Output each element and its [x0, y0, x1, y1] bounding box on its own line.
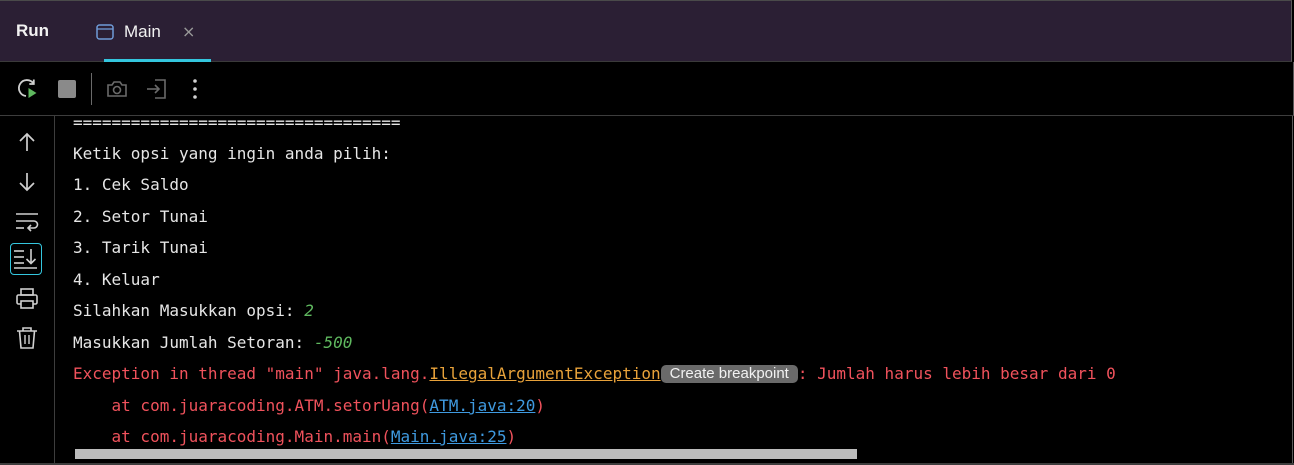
close-icon[interactable]: ×	[182, 22, 195, 42]
tab-label: Main	[124, 22, 161, 41]
toolbar-separator	[91, 73, 92, 105]
stop-icon	[55, 80, 79, 105]
horizontal-scrollbar[interactable]	[75, 449, 857, 459]
stack-trace-line: at com.juaracoding.Main.main(Main.java:2…	[73, 427, 517, 447]
source-link[interactable]: Main.java:25	[391, 427, 507, 446]
console-prompt-line: Ketik opsi yang ingin anda pilih:	[73, 144, 391, 163]
stop-button[interactable]	[55, 77, 79, 101]
choice-prompt: Silahkan Masukkan opsi:	[73, 301, 305, 320]
more-vertical-icon	[183, 79, 207, 105]
tool-window-title: Run	[16, 21, 50, 40]
menu-option-line: 3. Tarik Tunai	[73, 238, 208, 257]
stack-frame-suffix: )	[535, 396, 546, 415]
rerun-button[interactable]	[16, 77, 40, 101]
console-side-toolbar	[0, 116, 55, 465]
create-breakpoint-button[interactable]: Create breakpoint	[660, 365, 798, 383]
more-options-button[interactable]	[183, 77, 207, 101]
exception-class-link[interactable]: IllegalArgumentException	[429, 364, 660, 383]
source-link[interactable]: ATM.java:20	[429, 396, 535, 415]
exit-icon	[145, 79, 169, 105]
stack-frame-prefix: at com.juaracoding.ATM.setorUang(	[73, 396, 430, 415]
exit-button[interactable]	[145, 77, 169, 101]
rerun-icon	[16, 79, 40, 105]
choice-input-value: 2	[304, 301, 314, 320]
arrow-up-icon	[14, 132, 40, 160]
soft-wrap-button[interactable]	[14, 208, 40, 234]
scroll-to-end-icon	[11, 249, 40, 277]
amount-prompt: Masukkan Jumlah Setoran:	[73, 333, 314, 352]
clear-all-button[interactable]	[14, 325, 40, 351]
console-output[interactable]: ================================== Ketik…	[56, 116, 1293, 465]
exception-line: Exception in thread "main" java.lang.Ill…	[73, 364, 1116, 384]
scroll-down-button[interactable]	[14, 169, 40, 195]
print-button[interactable]	[14, 286, 40, 312]
soft-wrap-icon	[14, 213, 40, 238]
stack-frame-suffix: )	[506, 427, 517, 446]
stack-frame-prefix: at com.juaracoding.Main.main(	[73, 427, 391, 446]
camera-icon	[105, 81, 129, 105]
print-icon	[14, 288, 40, 316]
stack-trace-line: at com.juaracoding.ATM.setorUang(ATM.jav…	[73, 396, 546, 416]
menu-option-line: 4. Keluar	[73, 270, 160, 289]
scroll-to-end-button[interactable]	[10, 243, 42, 275]
screenshot-button[interactable]	[105, 77, 129, 101]
run-tool-window: Run Main × =============================…	[0, 0, 1294, 465]
exception-message: : Jumlah harus lebih besar dari 0	[797, 364, 1116, 383]
choice-line: Silahkan Masukkan opsi: 2	[73, 301, 314, 321]
amount-input-value: -500	[313, 333, 353, 352]
trash-icon	[14, 327, 40, 355]
arrow-down-icon	[14, 173, 40, 199]
console-window-icon	[96, 24, 114, 40]
tool-window-header: Run Main ×	[0, 0, 1292, 62]
amount-line: Masukkan Jumlah Setoran: -500	[73, 333, 352, 353]
tab-main[interactable]: Main ×	[79, 1, 211, 62]
run-toolbar	[0, 62, 1294, 116]
exception-prefix: Exception in thread "main" java.lang.	[73, 364, 430, 383]
menu-option-line: 2. Setor Tunai	[73, 207, 208, 226]
scroll-up-button[interactable]	[14, 130, 40, 156]
menu-option-line: 1. Cek Saldo	[73, 175, 189, 194]
console-separator-line: ==================================	[73, 116, 401, 132]
